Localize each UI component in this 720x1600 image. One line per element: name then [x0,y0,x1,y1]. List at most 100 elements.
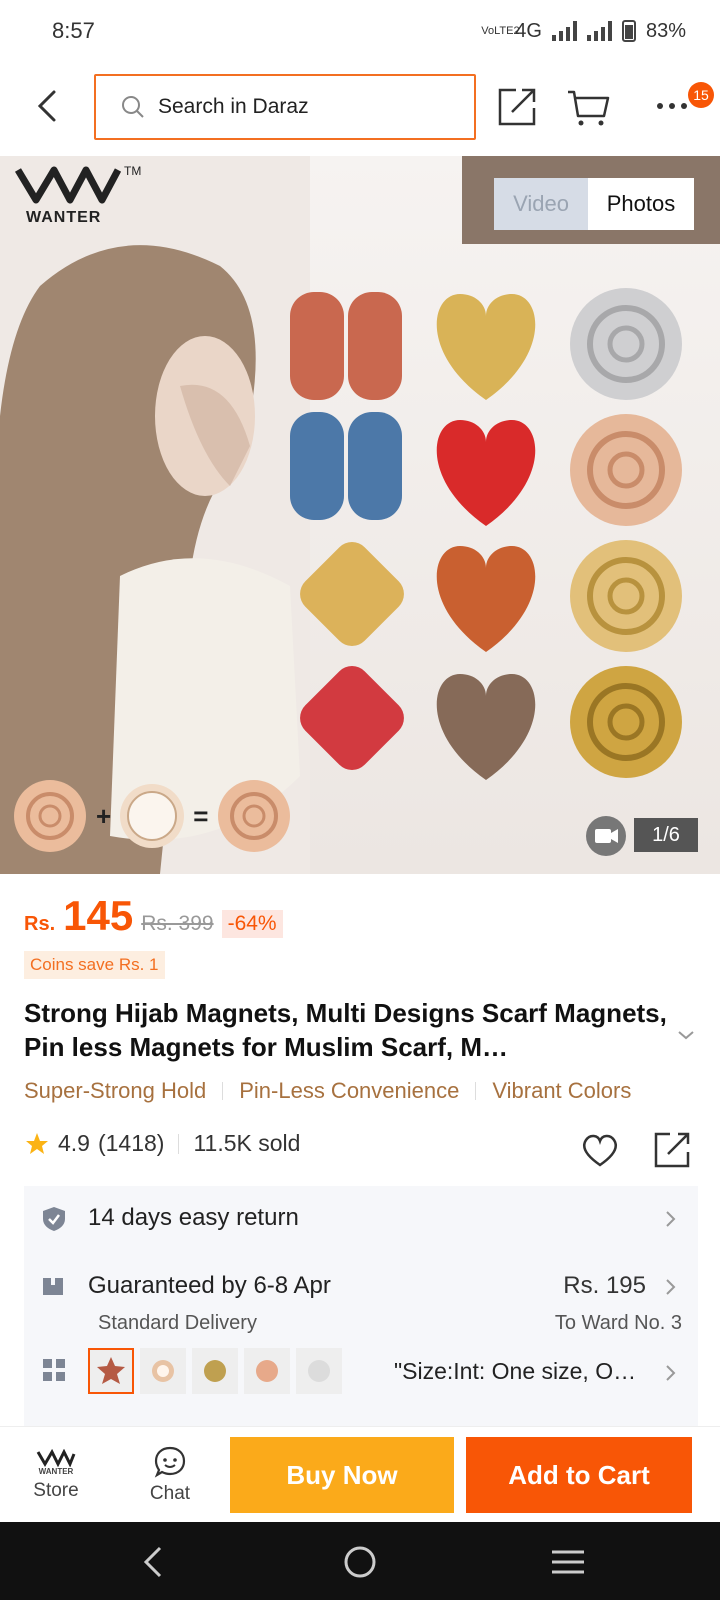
silver-magnet-thumb [308,1360,330,1382]
ring-magnet-thumb [152,1360,174,1382]
back-arrow-icon [143,1546,162,1578]
chat-button[interactable]: Chat [130,1427,210,1523]
original-price: Rs. 399 [141,912,214,935]
delivery-type: Standard Delivery [98,1312,257,1334]
system-nav-bar [0,1522,720,1600]
rating-value: 4.9 [58,1130,90,1156]
variant-swatch[interactable] [192,1348,238,1394]
cart-button[interactable] [566,84,612,130]
rating-row[interactable]: 4.9 (1418) 11.5K sold [24,1130,300,1157]
divider [178,1133,180,1154]
heart-icon [583,1134,617,1167]
store-logo-icon [36,1448,76,1467]
status-time: 8:57 [52,18,95,43]
delivery-box-icon [43,1275,63,1295]
delivery-row[interactable]: Guaranteed by 6-8 Apr Rs. 195 Standard D… [24,1252,698,1348]
share-button[interactable] [494,84,540,130]
gold-magnet-thumb [204,1360,226,1382]
image-counter: 1/6 [634,818,698,852]
chevron-right-icon [666,1365,676,1381]
tag-item: Vibrant Colors [492,1078,632,1103]
variant-selection: "Size:Int: One size, O… [394,1358,637,1384]
store-logo-text: WANTER [38,1466,74,1476]
ring-magnet-icon [120,784,185,848]
variants-grid-icon [43,1359,65,1381]
tab-photos[interactable]: Photos [588,178,694,230]
return-policy-row[interactable]: 14 days easy return [24,1186,698,1252]
trademark-mark: TM [124,164,142,178]
wanter-logo-icon [14,166,122,204]
coins-badge: Coins save Rs. 1 [24,951,165,979]
review-count: (1418) [97,1130,165,1156]
home-circle-icon [344,1546,376,1578]
chevron-right-icon [666,1279,676,1295]
variant-row[interactable]: "Size:Int: One size, O… [24,1348,698,1426]
plus-sign: + [96,800,112,831]
chevron-down-icon [678,1031,694,1040]
feature-tags: Super-Strong Hold Pin-Less Convenience V… [24,1078,631,1104]
variant-swatch[interactable] [88,1348,134,1394]
magnet-products-illustration [290,288,682,780]
delivery-price: Rs. 195 [563,1272,646,1299]
chevron-left-icon [37,90,56,122]
chat-label: Chat [149,1483,191,1504]
bottom-action-bar: WANTER Store Chat Buy Now Add to Cart [0,1426,720,1522]
rose-gold-magnet-thumb [256,1360,278,1382]
share-icon [654,1132,690,1168]
rose-magnet-result-icon [218,780,291,852]
status-indicators: VoLTE2 4G 83% [481,20,686,43]
currency-label: Rs. [24,913,56,935]
buy-now-button[interactable]: Buy Now [230,1437,454,1513]
shield-check-icon [43,1207,65,1231]
service-info-box: 14 days easy return Guaranteed by 6-8 Ap… [24,1186,698,1426]
product-image-gallery[interactable]: TM WANTER Video Photos + = 1/6 [0,156,720,874]
battery-icon [621,20,636,42]
brand-logo: TM WANTER [14,164,141,227]
variant-swatches [88,1348,342,1396]
search-icon [122,96,144,118]
expand-title-button[interactable] [676,1028,696,1046]
store-label: Store [33,1479,79,1501]
discount-badge: -64% [221,910,283,938]
return-policy-label: 14 days easy return [88,1204,299,1231]
signal-icon [551,21,577,41]
variant-swatch[interactable] [296,1348,342,1394]
star-magnet-thumb [97,1357,125,1384]
system-recents-button[interactable] [546,1540,590,1584]
magnet-formula: + = [10,776,294,856]
video-play-button[interactable] [586,816,626,856]
brand-name: WANTER [26,209,102,226]
chevron-right-icon [666,1211,676,1227]
sold-count: 11.5K sold [193,1130,301,1156]
current-price: 145 [63,892,134,939]
add-to-cart-button[interactable]: Add to Cart [466,1437,692,1513]
back-button[interactable] [30,84,70,128]
tab-video[interactable]: Video [494,178,588,230]
network-type: 4G [515,19,542,42]
cart-icon [568,90,610,126]
divider [222,1082,224,1100]
cart-count-badge: 15 [688,82,714,108]
share-product-button[interactable] [652,1130,692,1170]
delivery-date: Guaranteed by 6-8 Apr [88,1272,331,1299]
equals-sign: = [193,800,209,831]
search-input[interactable] [158,95,438,119]
system-home-button[interactable] [338,1540,382,1584]
wishlist-button[interactable] [580,1130,620,1170]
search-bar[interactable] [94,74,476,140]
product-title: Strong Hijab Magnets, Multi Designs Scar… [24,998,667,1062]
signal-icon-2 [586,21,612,41]
delivery-destination: To Ward No. 3 [554,1312,682,1334]
store-button[interactable]: WANTER Store [16,1427,96,1523]
variant-swatch[interactable] [140,1348,186,1394]
video-camera-icon [595,829,618,843]
chat-icon [154,1446,186,1478]
model-illustration [0,156,310,874]
price-row: Rs. 145 Rs. 399 -64% [24,892,283,940]
rose-magnet-icon [14,780,86,852]
share-icon [498,88,536,126]
recents-menu-icon [552,1550,584,1574]
variant-swatch[interactable] [244,1348,290,1394]
status-bar: 8:57 VoLTE2 4G 83% [0,0,720,62]
system-back-button[interactable] [132,1540,176,1584]
